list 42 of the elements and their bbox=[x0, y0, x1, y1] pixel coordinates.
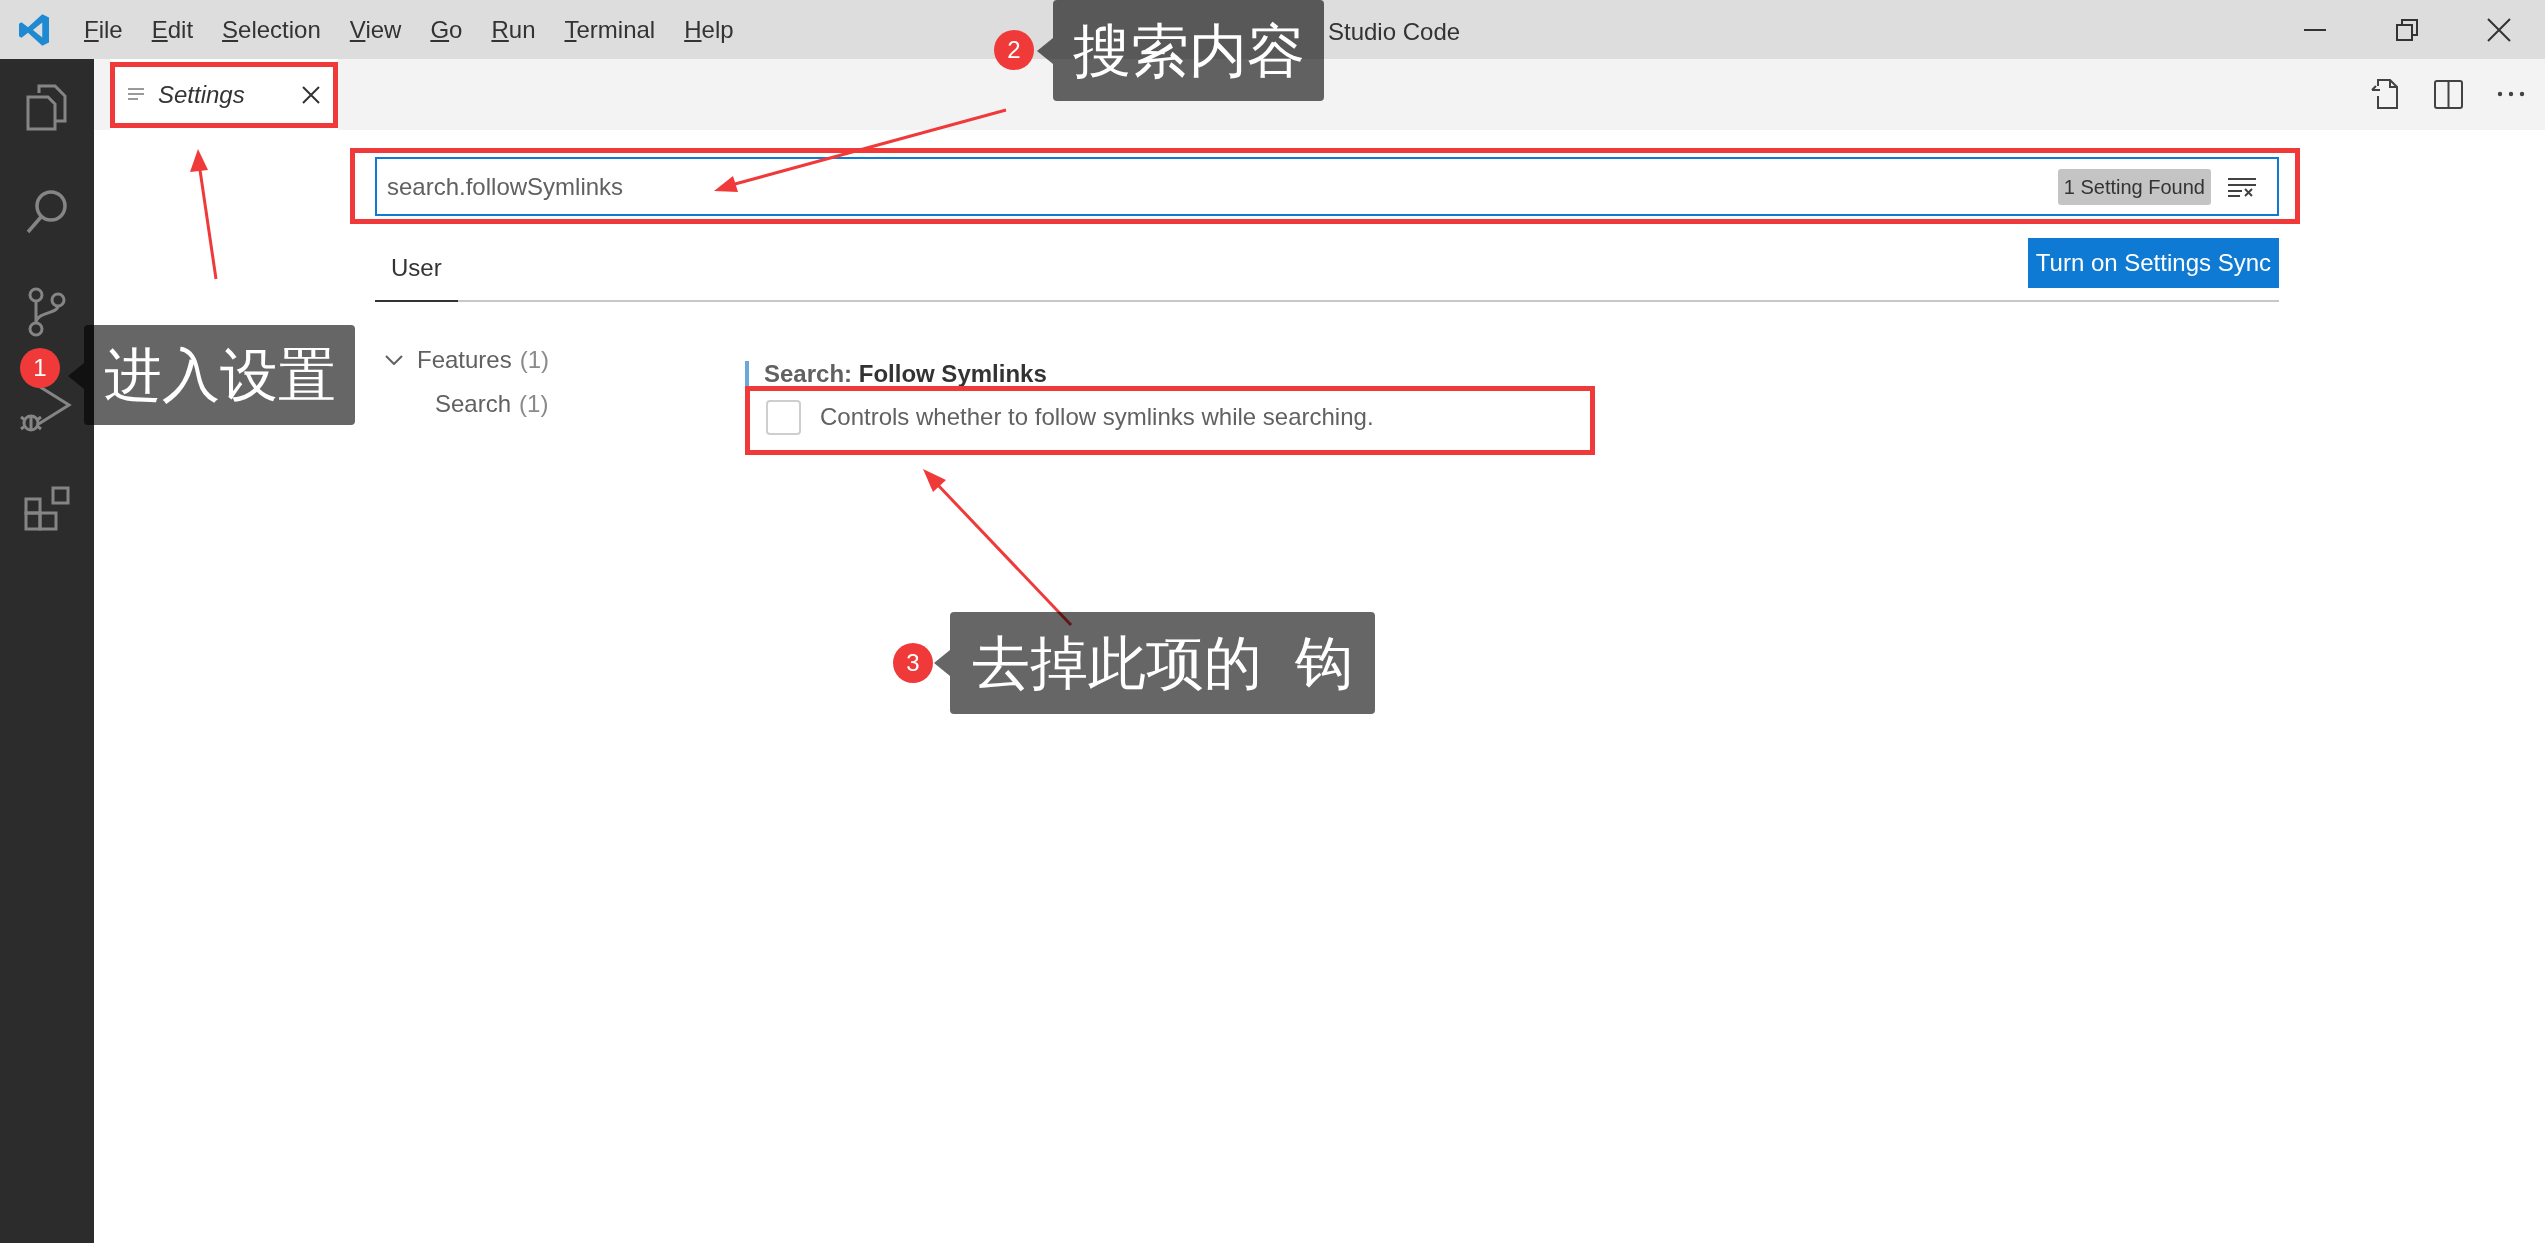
menu-item[interactable]: Go bbox=[430, 11, 463, 48]
editor-logo-icon bbox=[16, 11, 52, 48]
settings-file-icon bbox=[128, 86, 144, 103]
more-icon[interactable] bbox=[2497, 91, 2525, 97]
search-field[interactable]: search.followSymlinks 1 Setting Found bbox=[375, 157, 2279, 216]
checkbox[interactable] bbox=[766, 399, 801, 435]
menu-item[interactable]: Help bbox=[684, 11, 734, 48]
setting-description: Controls whether to follow symlinks while searching. bbox=[820, 402, 1374, 432]
clear-filter-icon[interactable] bbox=[2227, 176, 2257, 197]
callout-pointer-icon bbox=[1037, 38, 1053, 64]
callout-pointer-icon bbox=[68, 363, 84, 389]
extensions-icon[interactable] bbox=[23, 485, 71, 533]
tree-item[interactable]: Features (1) bbox=[375, 338, 745, 382]
close-icon bbox=[2487, 17, 2511, 42]
annotation-label: 进入设置 bbox=[84, 325, 355, 425]
menu-item[interactable]: View bbox=[349, 11, 402, 48]
tree-item[interactable]: Search (1) bbox=[375, 382, 745, 426]
branch-icon[interactable] bbox=[27, 287, 67, 337]
menu-item[interactable]: Selection bbox=[222, 11, 321, 48]
scope-tab[interactable]: User bbox=[375, 250, 458, 302]
search-text: search.followSymlinks bbox=[387, 171, 625, 202]
menu-item[interactable]: Edit bbox=[151, 11, 194, 48]
menu-item[interactable]: Terminal bbox=[564, 11, 656, 48]
settings-sync-button[interactable]: Turn on Settings Sync bbox=[2027, 238, 2279, 288]
restore-icon bbox=[2396, 18, 2418, 41]
menu-item[interactable]: File bbox=[84, 11, 123, 48]
search-icon[interactable] bbox=[25, 189, 69, 235]
annotation-label: 搜索内容 bbox=[1053, 0, 1324, 101]
minimize-icon bbox=[2304, 28, 2326, 31]
menu-item[interactable]: Run bbox=[491, 11, 536, 48]
chevron-down-icon bbox=[385, 355, 403, 365]
step-badge: 3 bbox=[893, 643, 933, 683]
annotation-label: 去掉此项的 钩 bbox=[950, 612, 1375, 714]
tab-label: Settings bbox=[158, 79, 246, 110]
window-title: Studio Code bbox=[1328, 17, 1461, 47]
setting-title: Search: Follow Symlinks bbox=[764, 361, 1047, 387]
files-icon[interactable] bbox=[25, 83, 69, 131]
close-icon[interactable] bbox=[302, 85, 320, 104]
callout-pointer-icon bbox=[934, 650, 950, 676]
split-editor-icon[interactable] bbox=[2434, 79, 2463, 109]
results-count: 1 Setting Found bbox=[2057, 168, 2211, 205]
focus-indicator bbox=[745, 361, 749, 387]
